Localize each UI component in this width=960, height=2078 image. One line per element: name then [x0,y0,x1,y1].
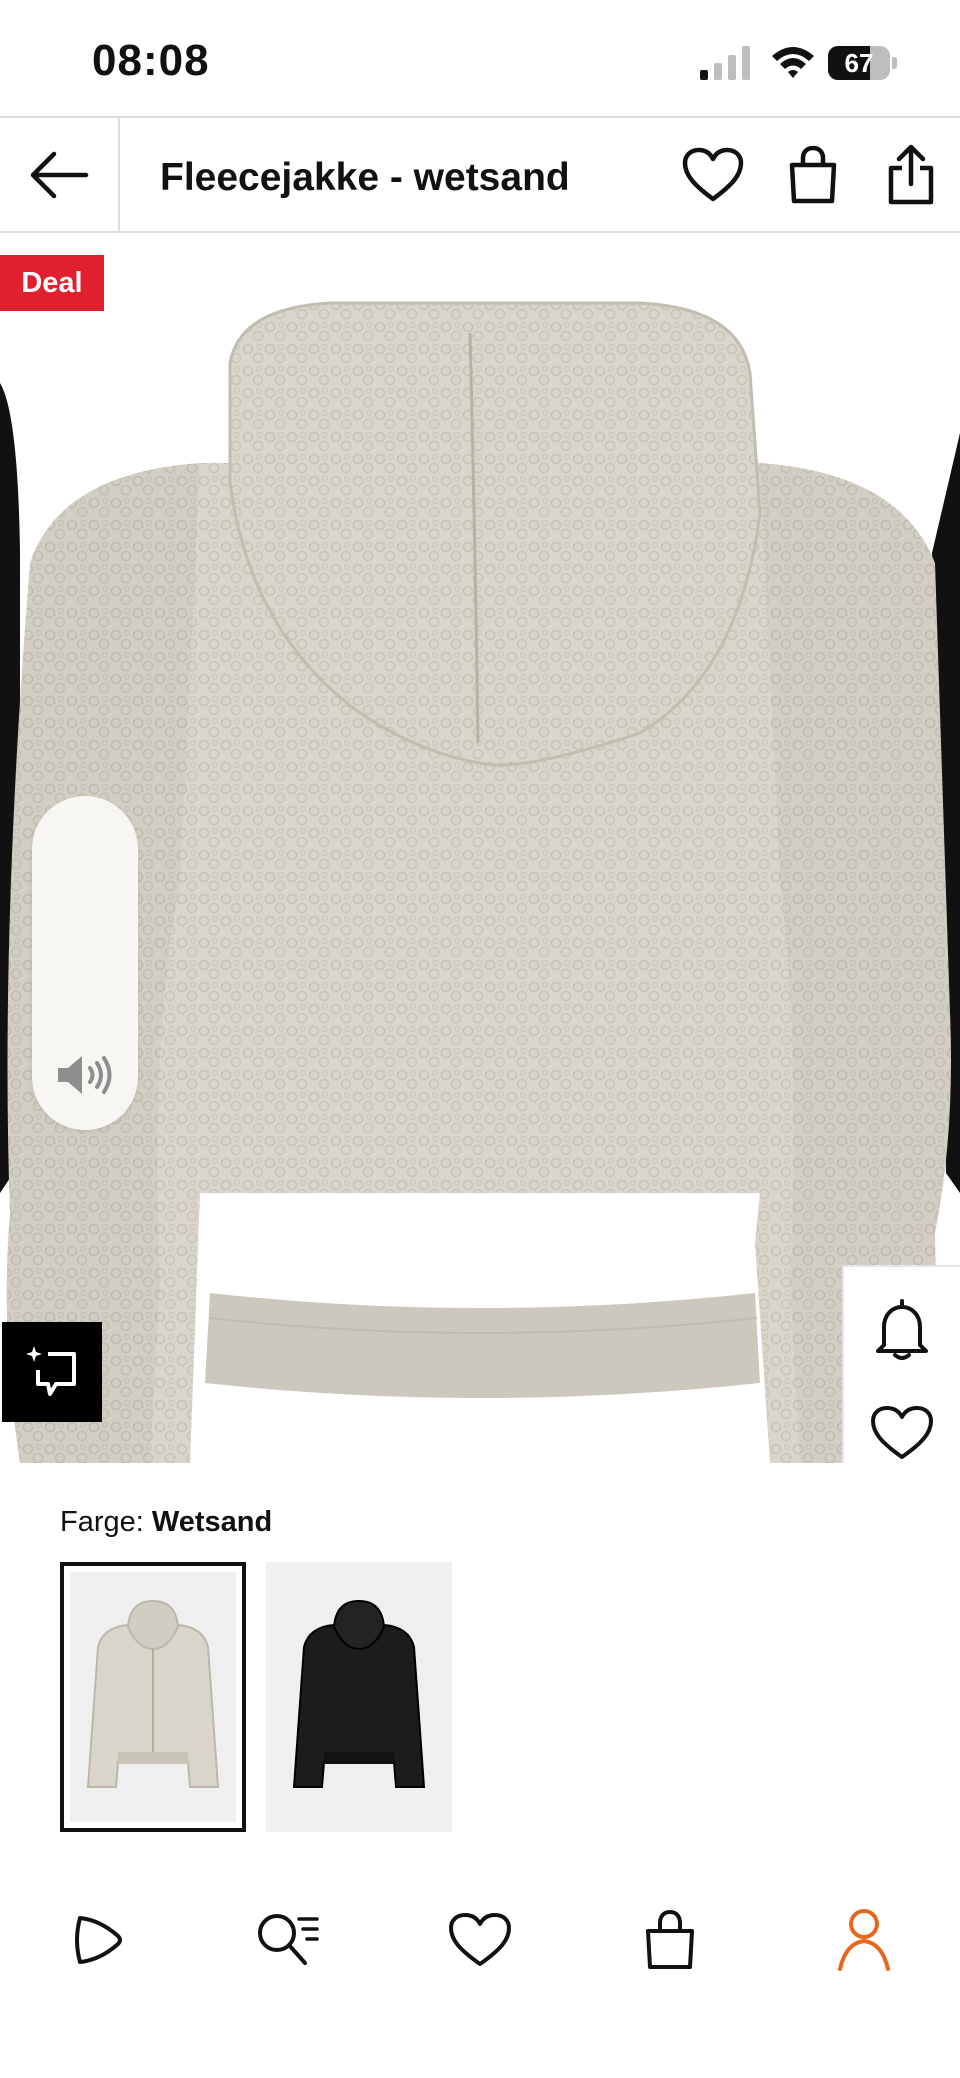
color-label-key: Farge: [60,1506,144,1538]
nav-search[interactable] [250,1902,326,1978]
shopping-bag-icon [646,1909,694,1969]
swatch-jacket-image [86,1599,220,1788]
deal-badge: Deal [0,255,104,311]
wifi-icon [772,47,814,78]
heart-icon[interactable] [870,1405,934,1461]
battery-icon: 67 [828,46,898,80]
swatch-jacket-image [292,1599,426,1788]
shopping-bag-icon [789,145,837,204]
color-label: Farge: Wetsand [60,1506,272,1539]
play-icon [75,1916,122,1964]
nav-profile[interactable] [826,1902,902,1978]
heart-icon [449,1913,511,1966]
back-arrow-icon [30,151,89,198]
back-button[interactable] [0,118,120,231]
page-title: Fleecejakke - wetsand [160,156,570,199]
wishlist-button[interactable] [680,142,746,208]
nav-cart[interactable] [632,1902,708,1978]
ai-search-icon [26,1346,76,1396]
nav-wishlist[interactable] [442,1902,518,1978]
signal-icon [700,46,750,80]
visual-search-button[interactable] [2,1322,102,1422]
share-icon [888,144,934,205]
color-swatch-wetsand[interactable] [60,1562,246,1832]
volume-icon [58,1056,112,1094]
search-icon [258,1914,319,1965]
status-bar: 08:08 67 [0,0,960,116]
bottom-navigation [0,1880,960,2000]
nav-play[interactable] [58,1902,134,1978]
bell-icon[interactable] [874,1299,930,1361]
status-time: 08:08 [92,36,210,85]
product-side-actions [842,1265,960,1463]
cart-button[interactable] [780,142,846,208]
color-label-value: Wetsand [151,1506,273,1538]
product-header: Fleecejakke - wetsand [0,116,960,233]
profile-icon [838,1909,890,1971]
product-image[interactable] [0,233,960,1463]
volume-slider[interactable] [32,796,138,1130]
battery-percent: 67 [844,48,874,78]
heart-icon [682,147,744,202]
fleece-jacket-image [0,301,960,1463]
share-button[interactable] [878,142,944,208]
color-swatch-black[interactable] [266,1562,452,1832]
